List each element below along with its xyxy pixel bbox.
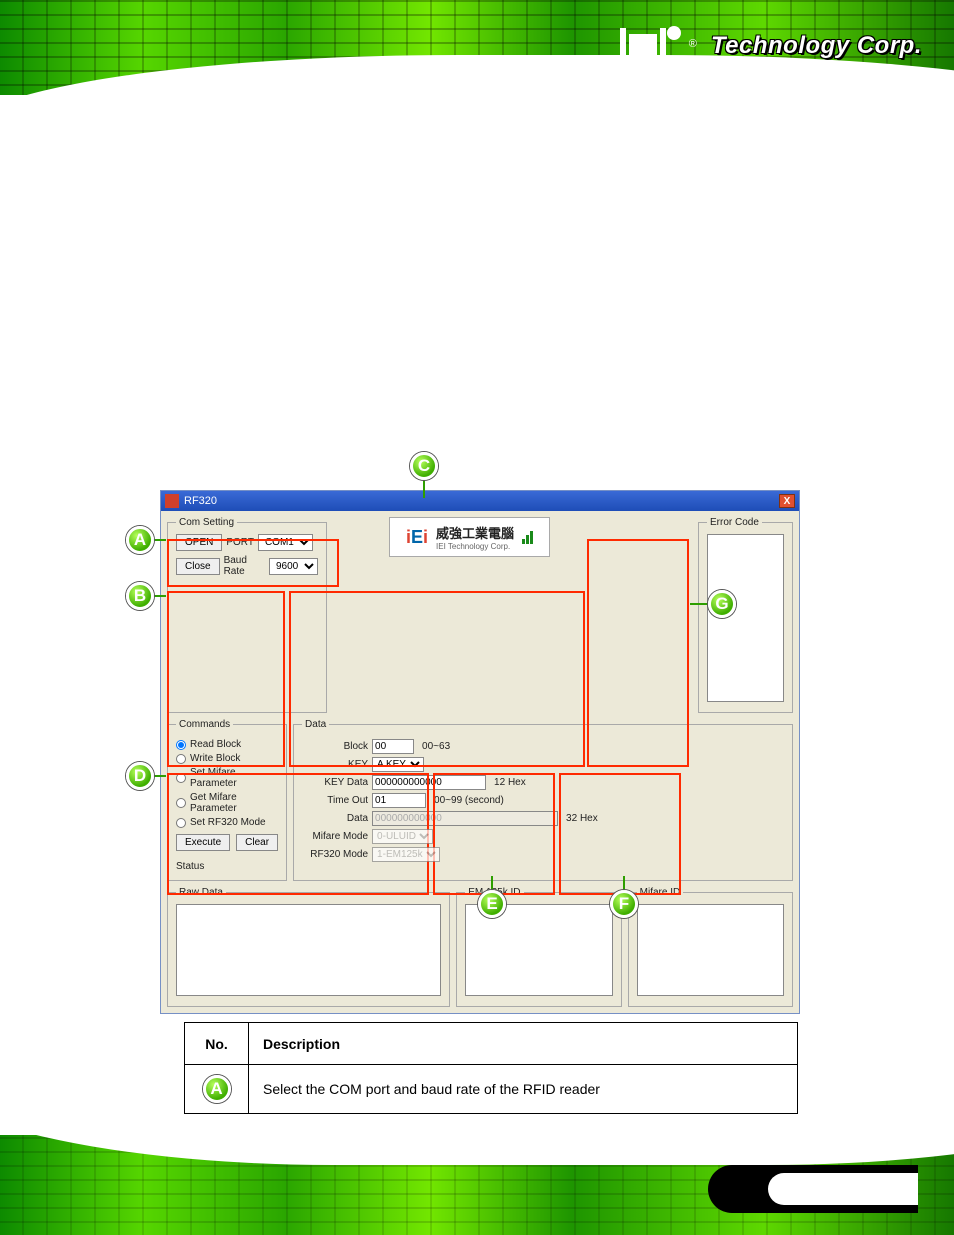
mifare-id-group: Mifare ID xyxy=(628,887,793,1007)
brand-mark-dot xyxy=(667,26,681,40)
cmd-set-mifare-radio[interactable] xyxy=(176,773,186,783)
brand-logo: ® Technology Corp. xyxy=(620,28,922,64)
brand-registered: ® xyxy=(689,38,697,50)
block-label: Block xyxy=(302,741,368,752)
cmd-set-rf320-radio[interactable] xyxy=(176,818,186,828)
keydata-label: KEY Data xyxy=(302,777,368,788)
callout-bubble-c: C xyxy=(410,452,438,480)
brand-mark-i1 xyxy=(620,28,626,64)
error-code-legend: Error Code xyxy=(707,517,762,528)
app-screenshot: A B C D E F G RF320 X Com Setting OPEN xyxy=(160,490,800,1014)
table-cell-desc-a: Select the COM port and baud rate of the… xyxy=(249,1065,798,1114)
cmd-set-mifare[interactable]: Set Mifare Parameter xyxy=(176,767,278,789)
header-swoosh-fill xyxy=(0,95,954,295)
callout-connector xyxy=(690,603,710,605)
keydata-input[interactable] xyxy=(372,775,486,790)
mifare-id-legend: Mifare ID xyxy=(637,887,684,898)
data-legend: Data xyxy=(302,719,329,730)
callout-bubble-b: B xyxy=(126,582,154,610)
callout-bubble-d: D xyxy=(126,762,154,790)
block-input[interactable] xyxy=(372,739,414,754)
callout-connector xyxy=(152,539,166,541)
cmd-read-block[interactable]: Read Block xyxy=(176,739,278,750)
error-code-area xyxy=(707,534,784,702)
mifare-id-area xyxy=(637,904,784,996)
cmd-read-block-radio[interactable] xyxy=(176,740,186,750)
status-label: Status xyxy=(176,861,278,872)
callout-bubble-e: E xyxy=(478,890,506,918)
close-port-button[interactable]: Close xyxy=(176,558,220,575)
cmd-label: Read Block xyxy=(190,739,241,750)
brand-mark xyxy=(620,28,683,64)
app-window: RF320 X Com Setting OPEN PORT COM1 xyxy=(160,490,800,1014)
vendor-logo-cn: 威強工業電腦 xyxy=(436,526,514,541)
callout-bubble-g: G xyxy=(708,590,736,618)
titlebar: RF320 X xyxy=(161,491,799,511)
callout-connector xyxy=(152,595,166,597)
block-note: 00~63 xyxy=(422,741,450,752)
com-setting-legend: Com Setting xyxy=(176,517,237,528)
commands-group: Commands Read Block Write Block Set Mifa… xyxy=(167,719,287,881)
em125k-area xyxy=(465,904,612,996)
table-cell-bubble-a: A xyxy=(185,1065,249,1114)
raw-data-legend: Raw Data xyxy=(176,887,226,898)
data-note: 32 Hex xyxy=(566,813,598,824)
com-setting-group: Com Setting OPEN PORT COM1 Close Baud Ra… xyxy=(167,517,327,713)
timeout-label: Time Out xyxy=(302,795,368,806)
brand-mark-i2 xyxy=(660,28,666,64)
vendor-logo-mark: iEi xyxy=(406,527,428,548)
port-select[interactable]: COM1 xyxy=(258,534,313,551)
cmd-label: Write Block xyxy=(190,753,240,764)
cmd-set-rf320[interactable]: Set RF320 Mode xyxy=(176,817,278,828)
page-number: Page 163 xyxy=(829,1184,894,1201)
cmd-write-block[interactable]: Write Block xyxy=(176,753,278,764)
vendor-logo-box: iEi 威強工業電腦 IEI Technology Corp. xyxy=(389,517,550,557)
error-code-group: Error Code xyxy=(698,517,793,713)
raw-data-group: Raw Data xyxy=(167,887,450,1007)
rf320-mode-label: RF320 Mode xyxy=(302,849,368,860)
callout-description-table: No. Description A Select the COM port an… xyxy=(184,1022,798,1114)
callout-bubble-a-table: A xyxy=(203,1075,231,1103)
key-label: KEY xyxy=(302,759,368,770)
timeout-note: 00~99 (second) xyxy=(434,795,504,806)
data-group: Data Block00~63 KEYA KEY KEY Data12 Hex … xyxy=(293,719,793,881)
callout-bubble-a: A xyxy=(126,526,154,554)
window-title: RF320 xyxy=(184,495,779,507)
mifare-mode-select[interactable]: 0-ULUID xyxy=(372,829,433,844)
data-label: Data xyxy=(302,813,368,824)
baud-select[interactable]: 9600 xyxy=(269,558,318,575)
keydata-note: 12 Hex xyxy=(494,777,526,788)
callout-connector xyxy=(423,478,425,498)
port-label: PORT xyxy=(226,537,254,548)
vendor-logo-bars-icon xyxy=(522,531,533,544)
rf320-mode-select[interactable]: 1-EM125k xyxy=(372,847,440,862)
cmd-label: Get Mifare Parameter xyxy=(190,792,278,814)
vendor-logo-sub: IEI Technology Corp. xyxy=(436,542,514,551)
timeout-input[interactable] xyxy=(372,793,426,808)
close-button[interactable]: X xyxy=(779,494,795,508)
cmd-label: Set Mifare Parameter xyxy=(190,767,278,789)
mifare-mode-label: Mifare Mode xyxy=(302,831,368,842)
callout-connector xyxy=(152,775,166,777)
key-select[interactable]: A KEY xyxy=(372,757,424,772)
cmd-write-block-radio[interactable] xyxy=(176,754,186,764)
callout-bubble-f: F xyxy=(610,890,638,918)
baud-label: Baud Rate xyxy=(224,555,265,577)
cmd-label: Set RF320 Mode xyxy=(190,817,266,828)
cmd-get-mifare[interactable]: Get Mifare Parameter xyxy=(176,792,278,814)
brand-tagline: Technology Corp. xyxy=(711,32,922,60)
table-header-no: No. xyxy=(185,1023,249,1065)
brand-mark-e xyxy=(629,34,657,64)
data-input[interactable] xyxy=(372,811,558,826)
commands-legend: Commands xyxy=(176,719,233,730)
clear-button[interactable]: Clear xyxy=(236,834,278,851)
cmd-get-mifare-radio[interactable] xyxy=(176,798,186,808)
execute-button[interactable]: Execute xyxy=(176,834,230,851)
titlebar-icon xyxy=(165,494,179,508)
open-button[interactable]: OPEN xyxy=(176,534,222,551)
raw-data-area xyxy=(176,904,441,996)
table-header-desc: Description xyxy=(249,1023,798,1065)
